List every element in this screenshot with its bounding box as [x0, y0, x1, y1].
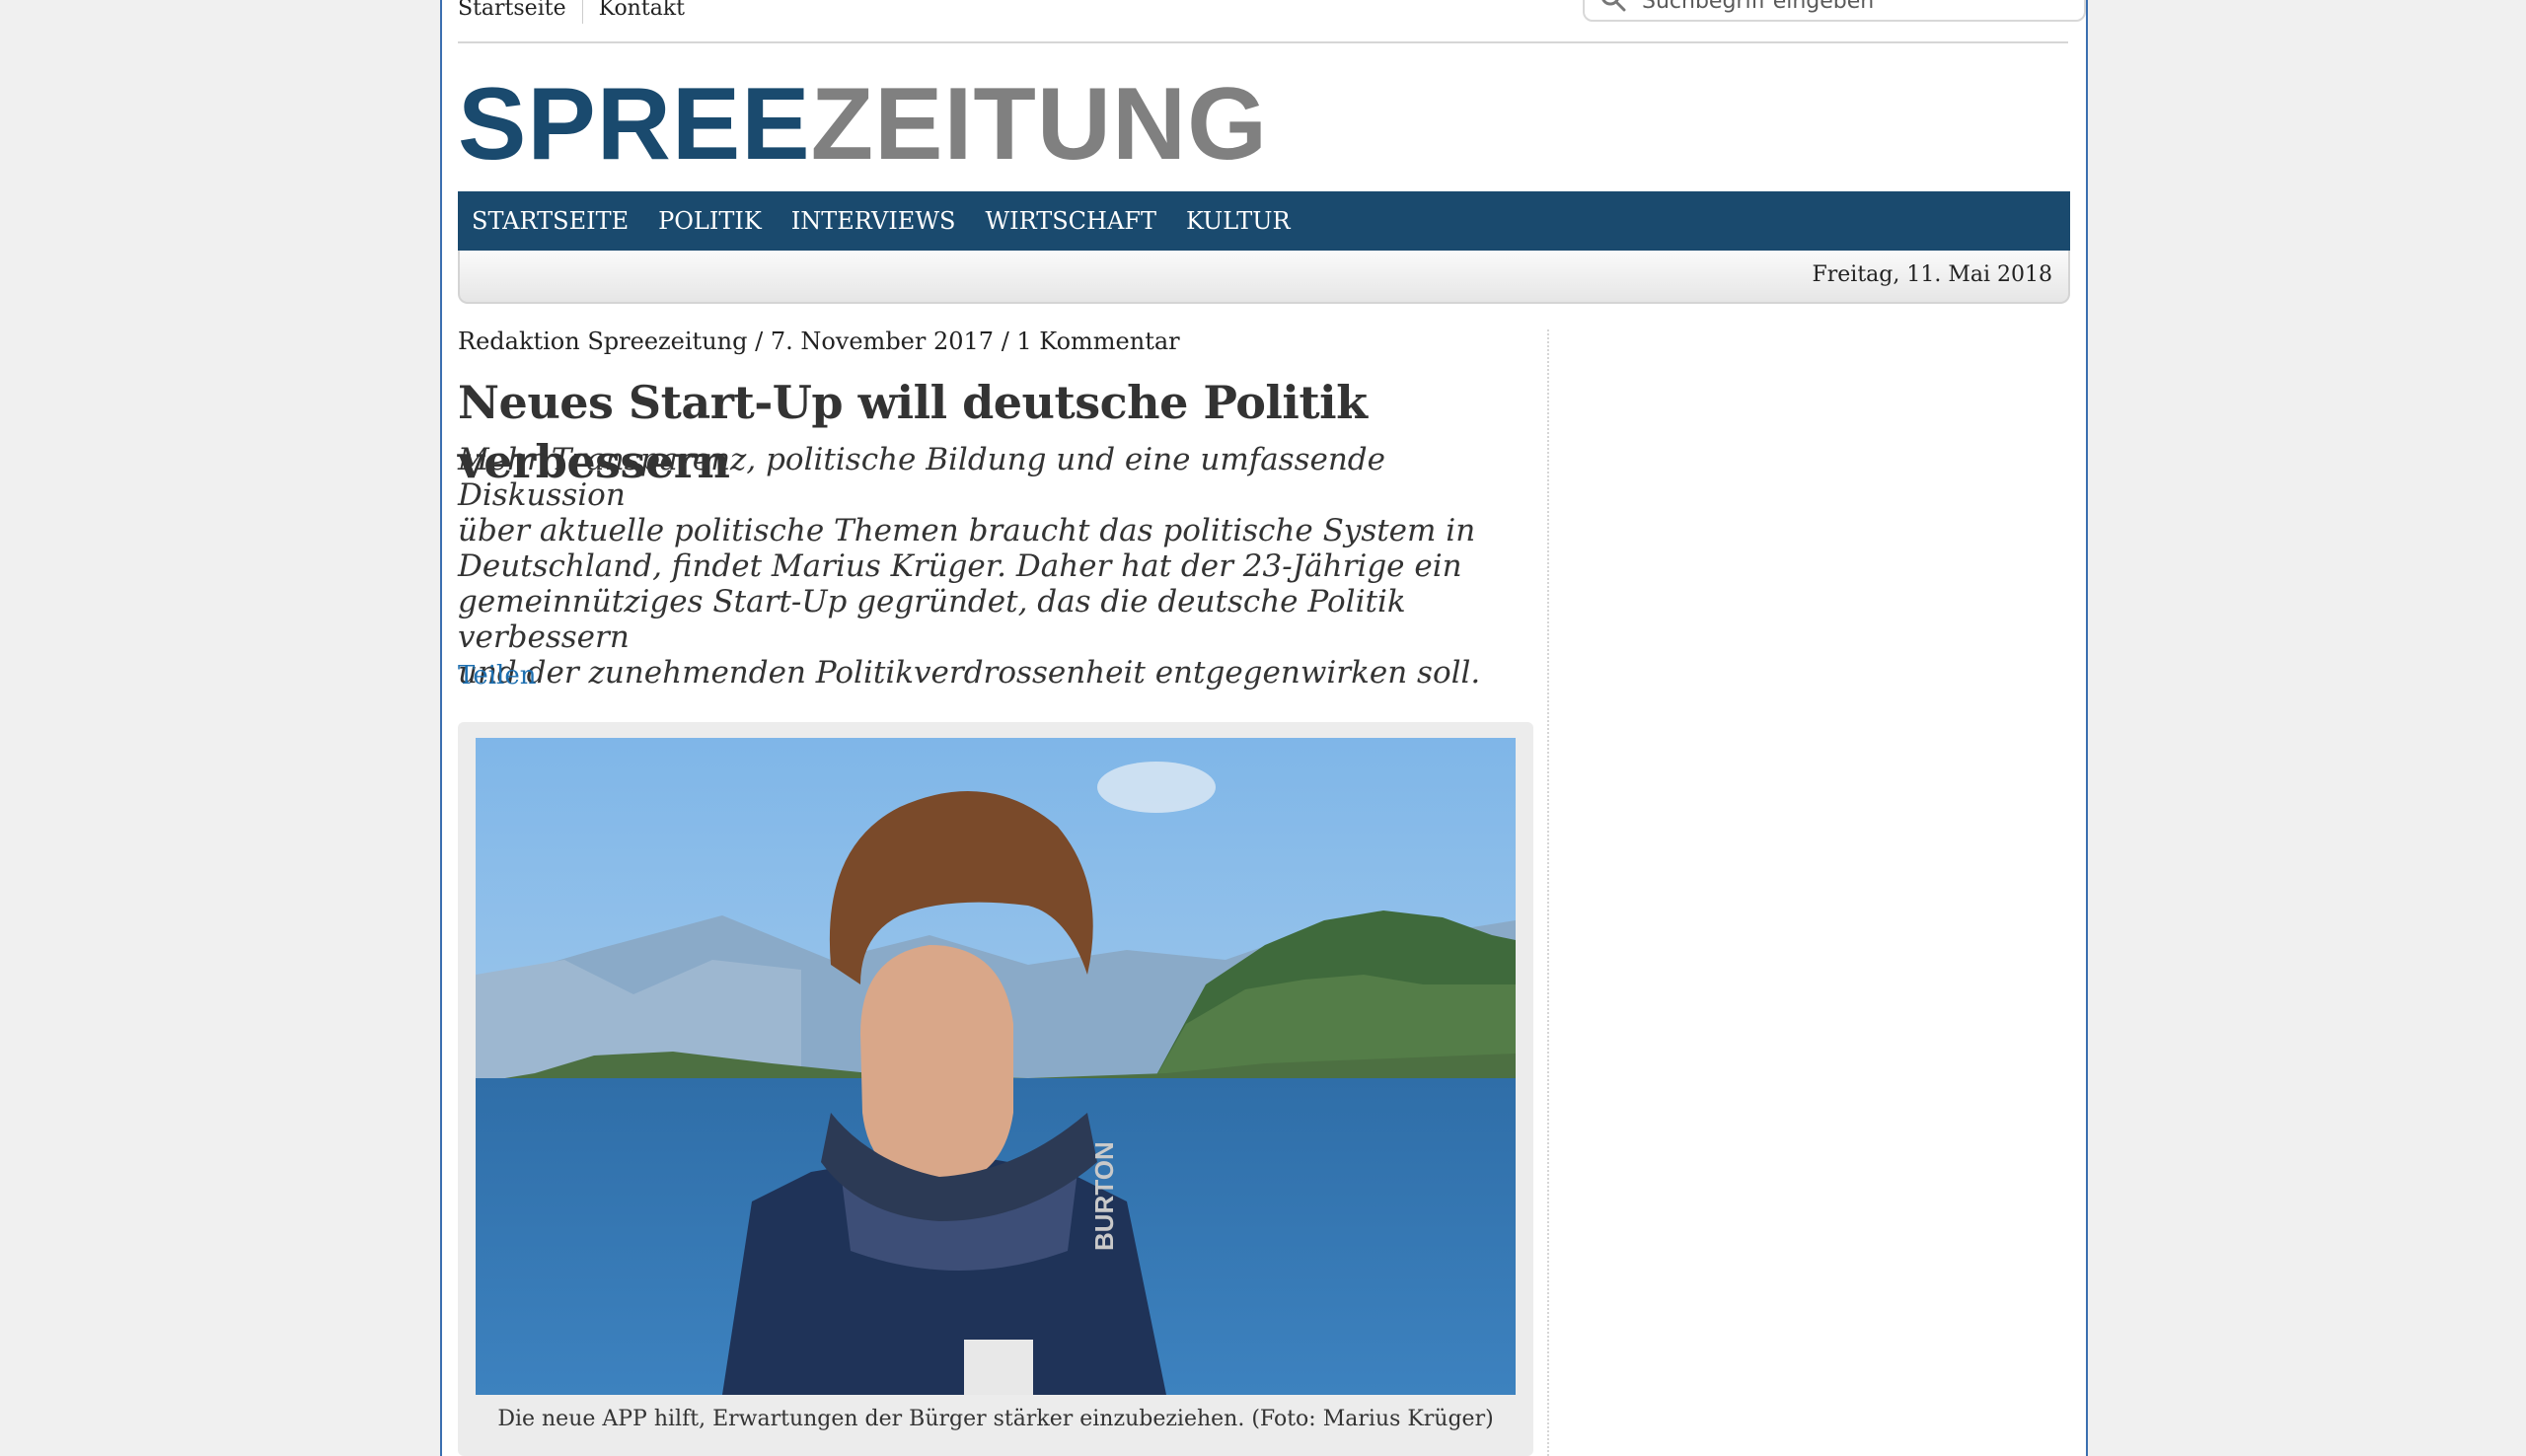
lead-line: über aktuelle politische Themen braucht …	[458, 513, 1476, 548]
search-input[interactable]	[1642, 0, 2056, 14]
lead-line: Mehr Transparenz, politische Bildung und…	[458, 442, 1385, 513]
lead-line: Deutschland, findet Marius Krüger. Daher…	[458, 548, 1462, 584]
nav-item-interviews[interactable]: INTERVIEWS	[791, 207, 956, 235]
lead-line: und der zunehmenden Politikverdrossenhei…	[458, 655, 1481, 691]
lead-line: gemeinnütziges Start-Up gegründet, das d…	[458, 584, 1406, 655]
search-box[interactable]	[1583, 0, 2086, 22]
site-logo[interactable]: SPREEZEITUNG	[458, 73, 1268, 176]
nav-item-wirtschaft[interactable]: WIRTSCHAFT	[985, 207, 1156, 235]
logo-part-zeitung: ZEITUNG	[810, 67, 1268, 182]
article-meta: Redaktion Spreezeitung / 7. November 201…	[458, 328, 1180, 355]
logo-part-spree: SPREE	[458, 67, 811, 182]
nav-item-politik[interactable]: POLITIK	[658, 207, 762, 235]
main-nav: STARTSEITE POLITIK INTERVIEWS WIRTSCHAFT…	[458, 191, 2070, 251]
nav-item-startseite[interactable]: STARTSEITE	[472, 207, 629, 235]
share-link[interactable]: Teilen	[458, 661, 536, 691]
photo-caption: Die neue APP hilft, Erwartungen der Bürg…	[497, 1407, 1494, 1431]
top-link-kontakt[interactable]: Kontakt	[581, 0, 701, 24]
top-links: Startseite Kontakt	[458, 0, 701, 24]
nav-item-kultur[interactable]: KULTUR	[1186, 207, 1291, 235]
top-bar: Startseite Kontakt	[458, 0, 2086, 43]
article-photo[interactable]: BURTON	[476, 738, 1516, 1395]
current-date: Freitag, 11. Mai 2018	[1812, 262, 2052, 287]
date-bar: Freitag, 11. Mai 2018	[458, 251, 2070, 304]
article-lead: Mehr Transparenz, politische Bildung und…	[458, 442, 1504, 691]
column-divider	[1547, 329, 1549, 1456]
top-link-startseite[interactable]: Startseite	[458, 0, 582, 24]
search-icon[interactable]	[1598, 0, 1628, 14]
photo-print: BURTON	[1089, 1141, 1119, 1251]
page: Startseite Kontakt SPREEZEITUNG STARTSEI…	[440, 0, 2088, 1456]
article-figure: BURTON Die neue APP hilft, Erwartungen d…	[458, 722, 1533, 1456]
